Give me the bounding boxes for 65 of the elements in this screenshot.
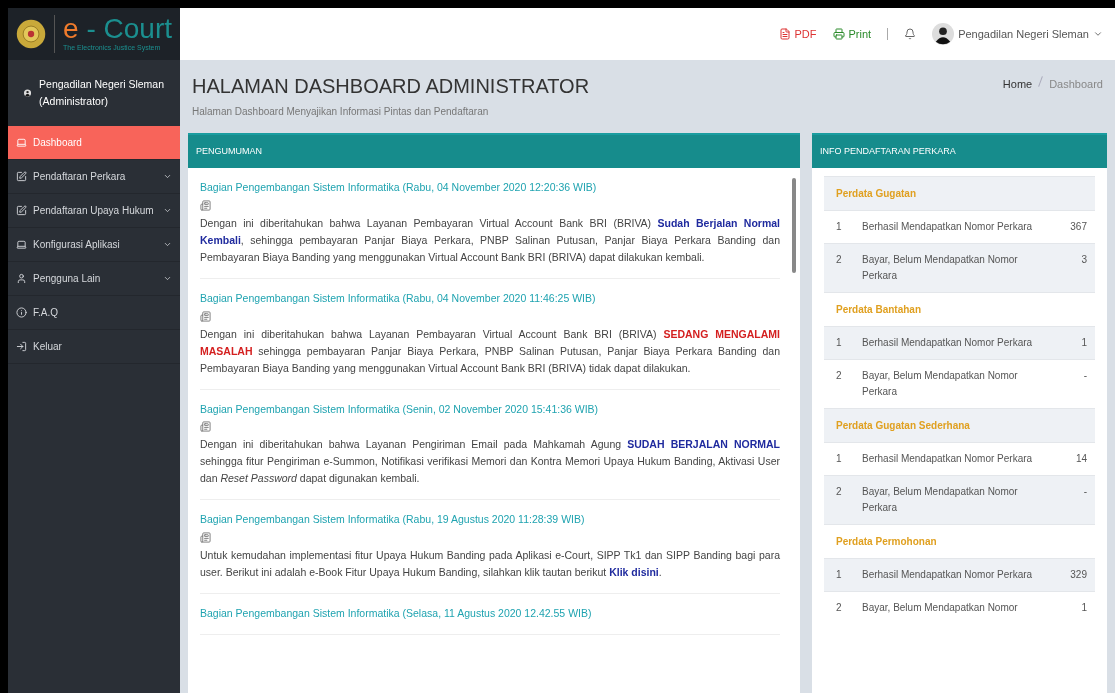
link[interactable]: Klik disini (609, 566, 659, 578)
table-cell-text: Berhasil Mendapatkan Nomor Perkara (861, 452, 1034, 466)
sidebar-item[interactable]: Konfigurasi Aplikasi (8, 228, 180, 262)
info-icon (16, 307, 27, 318)
document-icon (778, 28, 791, 40)
caret-icon (1093, 29, 1103, 39)
bell-icon[interactable] (904, 28, 917, 40)
edit-icon (16, 171, 27, 182)
user-name: Pengadilan Negeri Sleman (39, 77, 164, 92)
user-menu[interactable]: Pengadilan Negeri Sleman (932, 23, 1103, 45)
announcement-text: Dengan ini diberitahukan bahwa Layanan Pembayaran Virtual Account Bank BRI (BRIVA) Sudah Berjalan Normal Kembali, sehingga pembayaran Panjar Biaya Perkara, PNBP Salinan Putusan, Panjar Biaya Perkara Banding dan Pembayaran Biaya Banding yang menggunakan Virtual Account Bank BRI (BRIVA) dapat dilakukan kembali. (200, 215, 780, 265)
table-cell-text: 1 (835, 220, 843, 234)
table-cell-text: 1 (835, 452, 843, 466)
newspaper-icon (200, 199, 211, 211)
print-link[interactable]: Print (832, 25, 872, 43)
sidebar-item[interactable]: F.A.Q (8, 296, 180, 330)
table-cell-text: Bayar, Belum Mendapatkan Nomor (861, 601, 1019, 615)
page-title: HALAMAN DASHBOARD ADMINISTRATOR (192, 76, 590, 96)
page-subtitle: Halaman Dashboard Menyajikan Informasi Pintas dan Pendaftaran (192, 105, 490, 119)
printer-icon (832, 28, 845, 40)
panel-header: INFO PENDAFTARAN PERKARA (812, 135, 1107, 168)
laptop-icon (16, 239, 27, 250)
table-cell-text: 1 (1080, 601, 1088, 615)
table-cell-text: 1 (835, 568, 843, 582)
sidebar-item[interactable]: Pendaftaran Perkara (8, 160, 180, 194)
table-cell-text: 14 (1074, 452, 1088, 466)
table-cell-text: 1 (835, 336, 843, 350)
sidebar-item[interactable]: Pendaftaran Upaya Hukum (8, 194, 180, 228)
user-role: (Administrator) (39, 94, 109, 109)
table-cell-text: Bayar, Belum Mendapatkan Nomor Perkara (861, 369, 1019, 399)
table-cell-text: 2 (835, 253, 843, 267)
newspaper-icon (200, 532, 211, 543)
table-cell-text: 2 (835, 369, 843, 383)
table-cell-text: Bayar, Belum Mendapatkan Nomor Perkara (861, 253, 1019, 283)
user-icon (16, 273, 27, 284)
exit-icon (16, 341, 27, 352)
table-cell-text: - (1082, 369, 1088, 383)
sidebar-item[interactable]: Keluar (8, 330, 180, 364)
edit-icon (16, 205, 27, 216)
table-cell-text: Berhasil Mendapatkan Nomor Perkara (861, 336, 1034, 350)
breadcrumb-link[interactable]: Home (1002, 76, 1033, 93)
table-cell-text: Berhasil Mendapatkan Nomor Perkara (861, 220, 1034, 234)
sidebar-item[interactable]: Pengguna Lain (8, 262, 180, 296)
laptop-icon (16, 137, 27, 148)
table-cell-text: 329 (1069, 568, 1088, 582)
logo-title: e - Court (63, 14, 172, 43)
pdf-link[interactable]: PDF (778, 25, 817, 43)
announcement-text: Dengan ini diberitahukan bahwa Layanan Pengiriman Email pada Mahkamah Agung SUDAH BERJALAN NORMAL sehingga fitur Pengiriman e-Summon, Notifikasi verifikasi Memori dan Kontra Memori Upaya Hukum Banding, Aktivasi User dan Reset Password dapat digunakan kembali. (200, 437, 780, 487)
table-cell-text: 3 (1080, 253, 1088, 267)
newspaper-icon (200, 421, 211, 433)
section-heading: Perdata Gugatan (824, 176, 1095, 210)
newspaper-icon (200, 310, 211, 322)
table-cell-text: 2 (835, 601, 843, 615)
table-cell-text: - (1082, 485, 1088, 499)
announcement-text: Dengan ini diberitahukan bahwa Layanan Pembayaran Virtual Account Bank BRI (BRIVA) SEDANG MENGALAMI MASALAH sehingga pembayaran Panjar Biaya Perkara, PNBP Salinan Putusan, Panjar Biaya Perkara Banding dan Pembayaran Biaya Banding yang menggunakan Virtual Account Bank BRI (BRIVA) tidak dapat dilakukan. (200, 326, 780, 376)
scrollbar-thumb[interactable] (792, 178, 796, 273)
table-cell-text: Bayar, Belum Mendapatkan Nomor Perkara (861, 485, 1019, 515)
avatar-icon (932, 23, 955, 45)
panel-header: PENGUMUMAN (188, 135, 800, 168)
announcement-text: Untuk kemudahan implementasi fitur Upaya Hukum Banding pada Aplikasi e-Court, SIPP Tk1 dan SIPP Banding bagi para user. Berikut ini adalah e-Book Fitur Upaya Hukum Banding, silahkan klik tautan berikut Klik disini. (200, 548, 780, 580)
table-cell-text: 2 (835, 485, 843, 499)
section-heading: Perdata Gugatan Sederhana (824, 408, 1095, 442)
table-cell-text: Berhasil Mendapatkan Nomor Perkara (861, 568, 1034, 582)
table-cell-text: 1 (1080, 336, 1088, 350)
table-cell-text: 367 (1069, 220, 1088, 234)
